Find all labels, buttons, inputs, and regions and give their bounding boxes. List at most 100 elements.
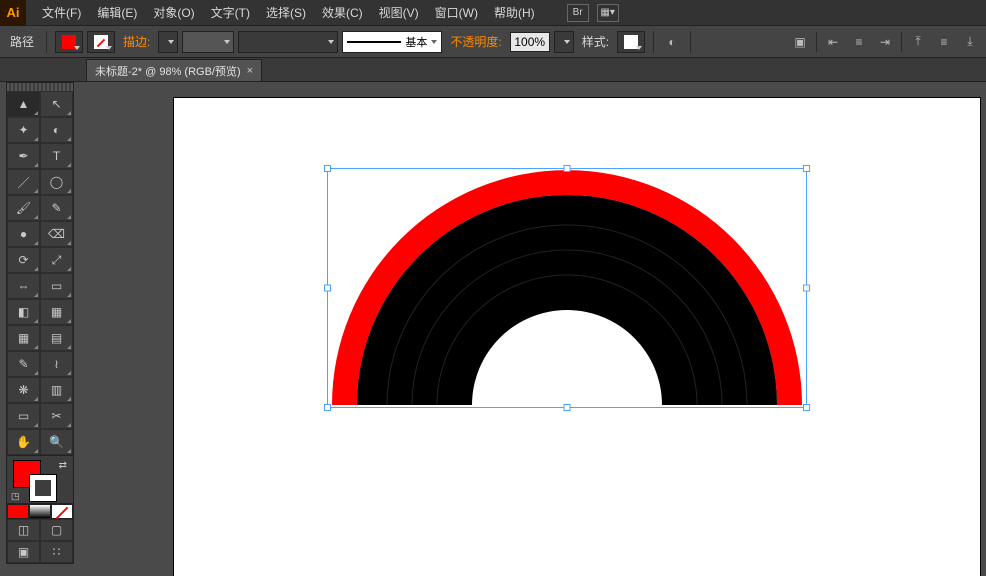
style-label: 样式: <box>578 33 613 50</box>
tool-perspective-grid[interactable]: ▦ <box>40 299 73 325</box>
handle-ml[interactable] <box>324 285 331 292</box>
tool-width[interactable]: ⇔ <box>7 273 40 299</box>
brush-definition-dropdown[interactable] <box>238 31 338 53</box>
app-logo: Ai <box>0 0 26 26</box>
opacity-label: 不透明度: <box>446 33 505 50</box>
tool-ellipse[interactable]: ◯ <box>40 169 73 195</box>
toolbox-grip[interactable] <box>7 83 73 91</box>
stroke-indicator[interactable] <box>29 474 57 502</box>
screen-mode-row: ◫ ▢ ▣ ∷ <box>7 519 73 563</box>
menu-file[interactable]: 文件(F) <box>34 0 89 26</box>
tool-zoom[interactable]: 🔍 <box>40 429 73 455</box>
divider <box>690 31 691 53</box>
handle-tl[interactable] <box>324 165 331 172</box>
align-icons-group: ▣ ⇤ ≡ ⇥ ⤒ ≡ ⤓ <box>790 32 980 52</box>
tool-lasso[interactable]: ◐ <box>40 117 73 143</box>
align-top-icon[interactable]: ⤒ <box>908 32 928 52</box>
menu-window[interactable]: 窗口(W) <box>427 0 486 26</box>
tool-eraser[interactable]: ⌫ <box>40 221 73 247</box>
align-panel-icon[interactable]: ▣ <box>790 32 810 52</box>
draw-mode-icon[interactable]: ◫ <box>7 519 40 541</box>
align-bottom-icon[interactable]: ⤓ <box>960 32 980 52</box>
stroke-style-dropdown[interactable]: 基本 <box>342 31 442 53</box>
color-mode-gradient[interactable] <box>29 504 51 519</box>
menu-select[interactable]: 选择(S) <box>258 0 314 26</box>
arrange-documents-icon[interactable]: ▦▾ <box>597 4 619 22</box>
tool-artboard[interactable]: ▭ <box>7 403 40 429</box>
divider <box>46 31 47 53</box>
stroke-weight-dropdown[interactable] <box>158 31 178 53</box>
tool-rotate[interactable]: ⟳ <box>7 247 40 273</box>
tool-pencil[interactable]: ✎ <box>40 195 73 221</box>
default-fill-stroke-icon[interactable]: ◳ <box>11 491 20 502</box>
selection-type-label: 路径 <box>6 33 38 50</box>
divider <box>653 31 654 53</box>
menubar: Ai 文件(F) 编辑(E) 对象(O) 文字(T) 选择(S) 效果(C) 视… <box>0 0 986 26</box>
menu-edit[interactable]: 编辑(E) <box>89 0 145 26</box>
tool-line-segment[interactable]: ／ <box>7 169 40 195</box>
recolor-artwork-icon[interactable]: ◐ <box>662 32 682 52</box>
tool-grid: ▲↖✦◐✒T／◯🖌✎●⌫⟳⤢⇔▭◧▦▦▤✎≀❋▥▭✂✋🔍 <box>7 91 73 455</box>
menu-type[interactable]: 文字(T) <box>203 0 258 26</box>
tool-eyedropper[interactable]: ✎ <box>7 351 40 377</box>
tool-selection[interactable]: ▲ <box>7 91 40 117</box>
color-mode-color[interactable] <box>7 504 29 519</box>
color-mode-row <box>7 503 73 519</box>
tool-hand[interactable]: ✋ <box>7 429 40 455</box>
opacity-input[interactable]: 100% <box>510 32 550 52</box>
workspace <box>86 82 986 575</box>
tool-shape-builder[interactable]: ◧ <box>7 299 40 325</box>
tool-blob-brush[interactable]: ● <box>7 221 40 247</box>
control-bar: 路径 描边: 基本 不透明度: 100% 样式: ◐ ▣ ⇤ ≡ ⇥ <box>0 26 986 58</box>
selection-bounding-box[interactable] <box>327 168 807 408</box>
handle-tr[interactable] <box>803 165 810 172</box>
tool-blend[interactable]: ≀ <box>40 351 73 377</box>
handle-mr[interactable] <box>803 285 810 292</box>
document-tabstrip: 未标题-2* @ 98% (RGB/预览) × <box>0 58 986 82</box>
change-screen-icon[interactable]: ▣ <box>7 541 40 563</box>
tool-free-transform[interactable]: ▭ <box>40 273 73 299</box>
handle-bl[interactable] <box>324 404 331 411</box>
align-hcenter-icon[interactable]: ≡ <box>849 32 869 52</box>
handle-tm[interactable] <box>564 165 571 172</box>
stroke-profile-dropdown[interactable] <box>182 31 234 53</box>
stroke-swatch[interactable] <box>87 31 115 53</box>
align-vcenter-icon[interactable]: ≡ <box>934 32 954 52</box>
artboard[interactable] <box>174 98 980 576</box>
toolbox: ▲↖✦◐✒T／◯🖌✎●⌫⟳⤢⇔▭◧▦▦▤✎≀❋▥▭✂✋🔍 ⇄ ◳ ◫ ▢ ▣ ∷ <box>6 82 74 564</box>
handle-bm[interactable] <box>564 404 571 411</box>
tool-scale[interactable]: ⤢ <box>40 247 73 273</box>
align-right-icon[interactable]: ⇥ <box>875 32 895 52</box>
swap-fill-stroke-icon[interactable]: ⇄ <box>59 460 67 471</box>
tool-magic-wand[interactable]: ✦ <box>7 117 40 143</box>
tool-paintbrush[interactable]: 🖌 <box>7 195 40 221</box>
tool-slice[interactable]: ✂ <box>40 403 73 429</box>
screen-mode-icon[interactable]: ▢ <box>40 519 73 541</box>
stroke-label: 描边: <box>119 33 154 50</box>
graphic-style-swatch[interactable] <box>617 31 645 53</box>
close-tab-icon[interactable]: × <box>247 65 253 77</box>
menu-help[interactable]: 帮助(H) <box>486 0 543 26</box>
tool-type[interactable]: T <box>40 143 73 169</box>
menu-effect[interactable]: 效果(C) <box>314 0 371 26</box>
tool-gradient[interactable]: ▤ <box>40 325 73 351</box>
tool-column-graph[interactable]: ▥ <box>40 377 73 403</box>
fill-stroke-control[interactable]: ⇄ ◳ <box>7 455 73 503</box>
align-left-icon[interactable]: ⇤ <box>823 32 843 52</box>
tool-pen[interactable]: ✒ <box>7 143 40 169</box>
tool-direct-selection[interactable]: ↖ <box>40 91 73 117</box>
opacity-dropdown[interactable] <box>554 31 574 53</box>
color-mode-none[interactable] <box>51 504 73 519</box>
menu-object[interactable]: 对象(O) <box>145 0 202 26</box>
document-tab[interactable]: 未标题-2* @ 98% (RGB/预览) × <box>86 59 262 81</box>
stroke-style-label: 基本 <box>405 34 427 50</box>
menu-view[interactable]: 视图(V) <box>371 0 427 26</box>
tool-symbol-sprayer[interactable]: ❋ <box>7 377 40 403</box>
fill-swatch[interactable] <box>55 31 83 53</box>
stroke-style-line <box>347 41 401 43</box>
document-tab-title: 未标题-2* @ 98% (RGB/预览) <box>95 63 241 79</box>
extra-icon[interactable]: ∷ <box>40 541 73 563</box>
tool-mesh[interactable]: ▦ <box>7 325 40 351</box>
handle-br[interactable] <box>803 404 810 411</box>
bridge-icon[interactable]: Br <box>567 4 589 22</box>
